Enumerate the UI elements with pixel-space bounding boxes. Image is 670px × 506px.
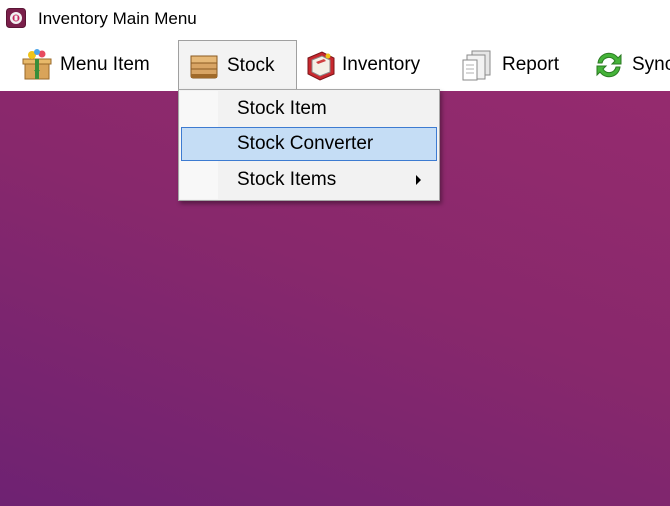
- dropdown-item-label: Stock Converter: [237, 133, 374, 154]
- submenu-arrow-icon: [416, 175, 421, 185]
- title-bar: Inventory Main Menu: [0, 0, 670, 38]
- report-icon: [462, 50, 491, 81]
- menu-item-inventory[interactable]: Inventory: [304, 40, 420, 90]
- dropdown-item-label: Stock Item: [237, 98, 327, 119]
- menu-item-stock[interactable]: Stock: [178, 40, 297, 90]
- menu-item-label: Menu Item: [60, 54, 150, 75]
- menu-item-menu-item[interactable]: Menu Item: [20, 40, 150, 90]
- menu-item-label: Report: [502, 54, 560, 75]
- menu-bar: Menu Item Stock Inventory Report Sync: [0, 38, 670, 91]
- dropdown-item-stock-items[interactable]: Stock Items: [181, 163, 437, 197]
- dropdown-item-stock-converter[interactable]: Stock Converter: [181, 127, 437, 161]
- book-icon: [307, 51, 335, 81]
- box-icon: [190, 55, 218, 78]
- dropdown-item-stock-item[interactable]: Stock Item: [181, 92, 437, 126]
- menu-item-label: Sync: [632, 54, 670, 75]
- app-window: Inventory Main Menu Menu Item Stock Inve…: [0, 0, 670, 506]
- sync-icon: [596, 52, 622, 78]
- gift-box-icon: [22, 49, 52, 80]
- menu-item-report[interactable]: Report: [460, 40, 559, 90]
- app-logo-icon: [6, 8, 26, 28]
- menu-item-label: Stock: [227, 54, 275, 76]
- dropdown-item-label: Stock Items: [237, 169, 337, 190]
- stock-dropdown-menu: Stock Item Stock Converter Stock Items: [178, 89, 440, 201]
- menu-item-sync[interactable]: Sync: [592, 40, 670, 90]
- window-title: Inventory Main Menu: [38, 9, 197, 28]
- menu-item-label: Inventory: [342, 54, 421, 75]
